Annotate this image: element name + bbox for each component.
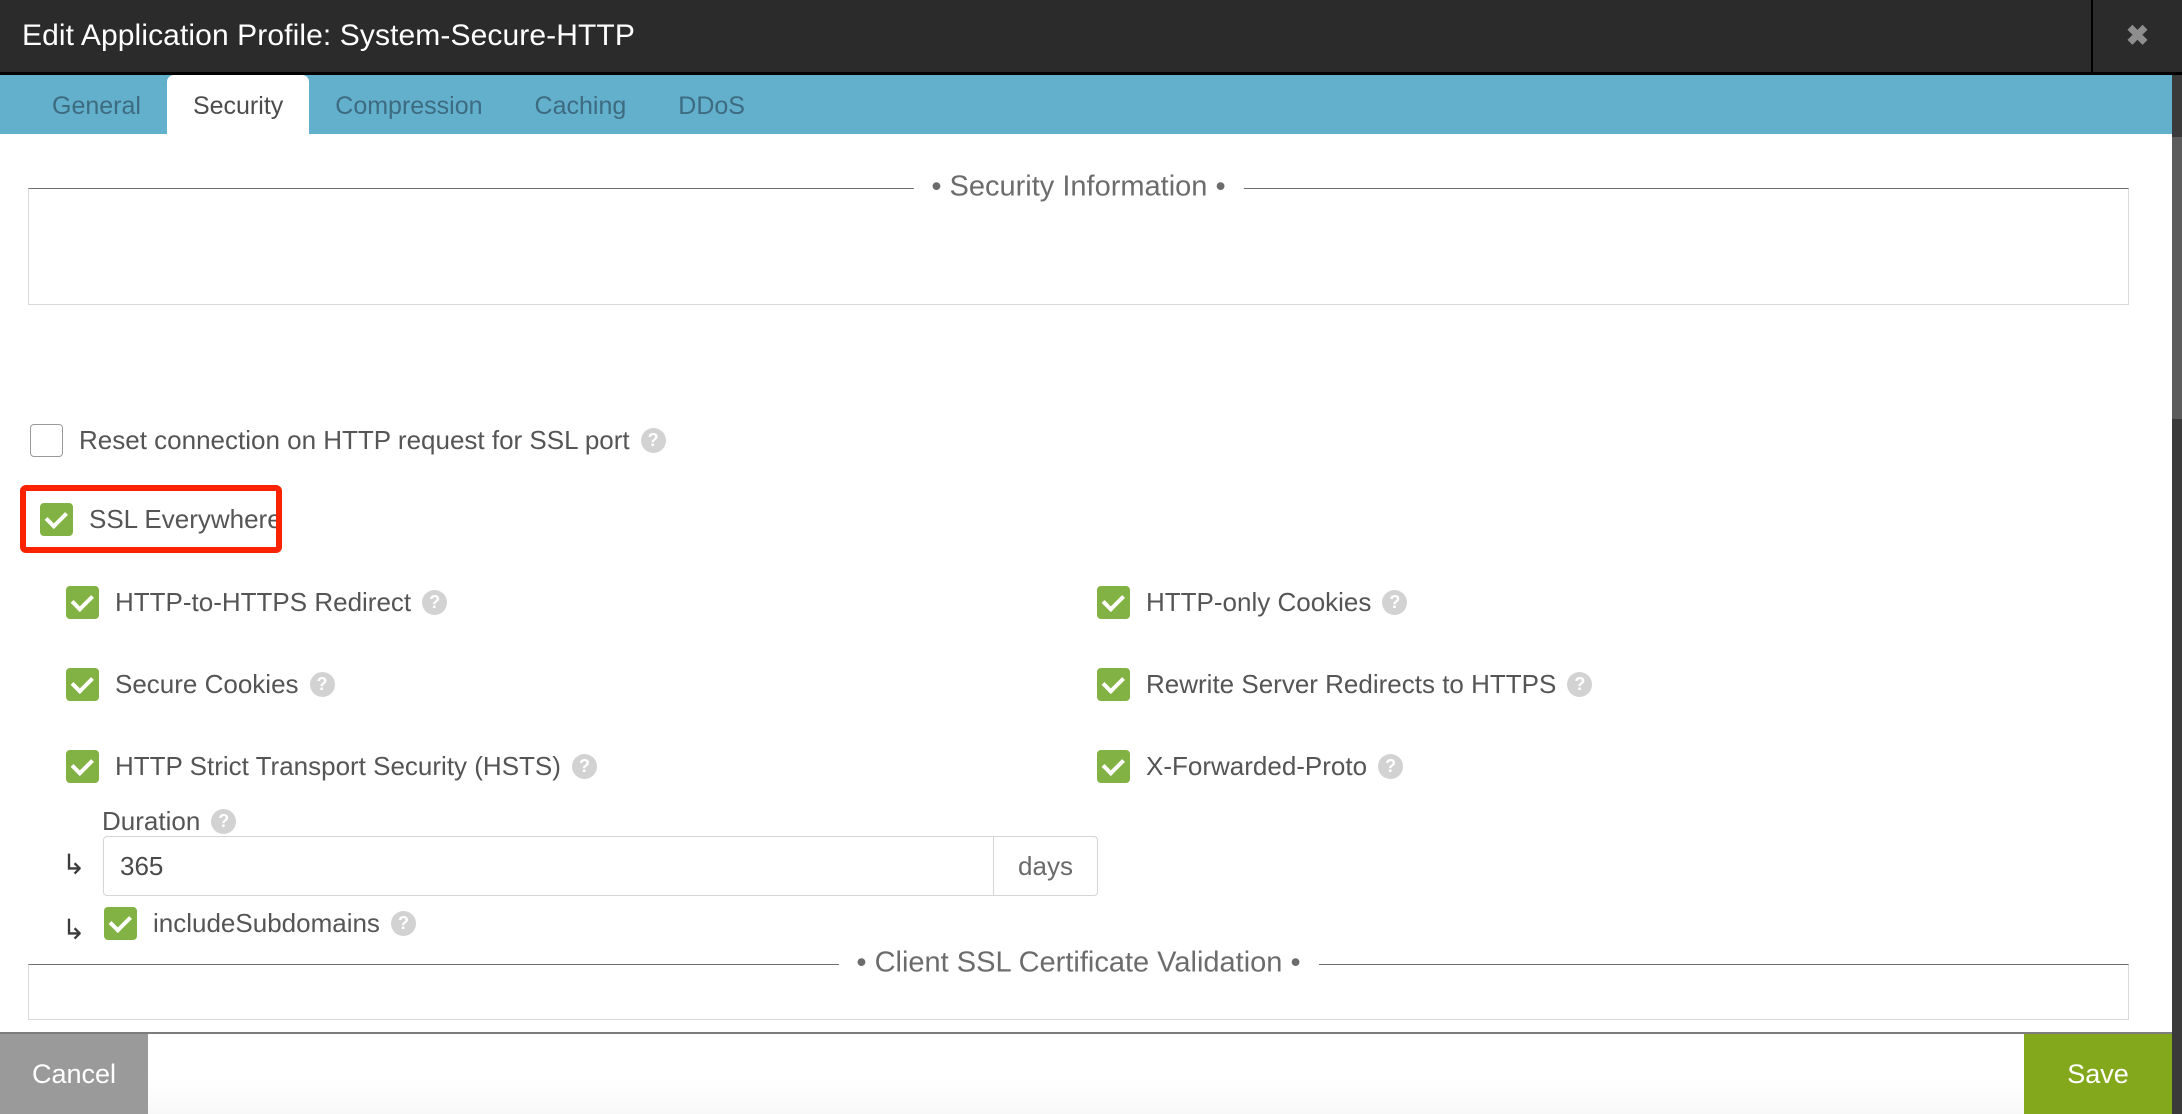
x-forwarded-proto-row[interactable]: X-Forwarded-Proto ? bbox=[1097, 750, 1404, 783]
reset-connection-checkbox[interactable] bbox=[30, 424, 63, 457]
help-icon[interactable]: ? bbox=[640, 428, 666, 453]
page-title: Edit Application Profile: System-Secure-… bbox=[22, 19, 635, 52]
x-forwarded-proto-checkbox[interactable] bbox=[1097, 750, 1130, 783]
http-to-https-redirect-checkbox[interactable] bbox=[66, 586, 99, 619]
close-button[interactable]: ✖ bbox=[2091, 0, 2182, 72]
duration-indent-arrow-icon: ↳ bbox=[62, 849, 86, 880]
dialog-footer: Cancel Save bbox=[0, 1032, 2172, 1114]
close-icon: ✖ bbox=[2125, 20, 2150, 51]
help-icon[interactable]: ? bbox=[571, 754, 597, 779]
help-icon[interactable]: ? bbox=[422, 590, 448, 615]
tab-ddos[interactable]: DDoS bbox=[652, 78, 771, 134]
include-subdomains-indent-arrow-icon: ↳ bbox=[62, 914, 86, 945]
rewrite-server-redirects-label: Rewrite Server Redirects to HTTPS bbox=[1146, 669, 1557, 699]
rewrite-server-redirects-checkbox[interactable] bbox=[1097, 668, 1130, 701]
http-to-https-redirect-label: HTTP-to-HTTPS Redirect bbox=[115, 587, 412, 617]
security-information-section: • Security Information • bbox=[28, 170, 2129, 305]
scrollbar-thumb[interactable] bbox=[2172, 137, 2182, 419]
x-forwarded-proto-label: X-Forwarded-Proto bbox=[1146, 751, 1368, 781]
duration-label-group: Duration ? bbox=[102, 806, 237, 837]
tab-security[interactable]: Security bbox=[166, 75, 310, 137]
include-subdomains-row[interactable]: includeSubdomains ? bbox=[104, 907, 416, 940]
http-only-cookies-row[interactable]: HTTP-only Cookies ? bbox=[1097, 586, 1408, 619]
help-icon[interactable]: ? bbox=[390, 911, 416, 936]
help-icon[interactable]: ? bbox=[1382, 590, 1408, 615]
rewrite-server-redirects-row[interactable]: Rewrite Server Redirects to HTTPS ? bbox=[1097, 668, 1593, 701]
ssl-everywhere-label: SSL Everywhere bbox=[89, 504, 282, 534]
security-tab-panel: • Security Information • Reset connectio… bbox=[0, 134, 2172, 1031]
help-icon[interactable]: ? bbox=[309, 672, 335, 697]
http-only-cookies-checkbox[interactable] bbox=[1097, 586, 1130, 619]
tab-bar: General Security Compression Caching DDo… bbox=[0, 72, 2182, 137]
tab-caching[interactable]: Caching bbox=[509, 78, 653, 134]
duration-input[interactable] bbox=[103, 836, 993, 896]
secure-cookies-row[interactable]: Secure Cookies ? bbox=[66, 668, 335, 701]
help-icon[interactable]: ? bbox=[211, 809, 237, 834]
ssl-everywhere-checkbox[interactable] bbox=[40, 503, 73, 536]
security-information-legend: • Security Information • bbox=[913, 170, 1244, 204]
tab-compression[interactable]: Compression bbox=[309, 78, 508, 134]
help-icon[interactable]: ? bbox=[1567, 672, 1593, 697]
cancel-button[interactable]: Cancel bbox=[0, 1034, 148, 1114]
duration-unit-label: days bbox=[993, 836, 1098, 896]
vertical-scrollbar[interactable] bbox=[2172, 75, 2182, 1114]
hsts-row[interactable]: HTTP Strict Transport Security (HSTS) ? bbox=[66, 750, 597, 783]
secure-cookies-checkbox[interactable] bbox=[66, 668, 99, 701]
edit-application-profile-dialog: Edit Application Profile: System-Secure-… bbox=[0, 0, 2182, 1114]
duration-label: Duration bbox=[102, 806, 201, 836]
client-ssl-certificate-validation-section: • Client SSL Certificate Validation • bbox=[28, 946, 2129, 1020]
http-to-https-redirect-row[interactable]: HTTP-to-HTTPS Redirect ? bbox=[66, 586, 448, 619]
client-ssl-certificate-validation-legend: • Client SSL Certificate Validation • bbox=[838, 946, 1319, 980]
hsts-label: HTTP Strict Transport Security (HSTS) bbox=[115, 751, 561, 781]
include-subdomains-checkbox[interactable] bbox=[104, 907, 137, 940]
ssl-everywhere-row[interactable]: SSL Everywhere bbox=[40, 503, 282, 536]
secure-cookies-label: Secure Cookies bbox=[115, 669, 299, 699]
reset-connection-label: Reset connection on HTTP request for SSL… bbox=[79, 425, 630, 455]
include-subdomains-label: includeSubdomains bbox=[153, 908, 380, 938]
help-icon[interactable]: ? bbox=[1378, 754, 1404, 779]
dialog-titlebar: Edit Application Profile: System-Secure-… bbox=[0, 0, 2182, 72]
hsts-checkbox[interactable] bbox=[66, 750, 99, 783]
reset-connection-row[interactable]: Reset connection on HTTP request for SSL… bbox=[30, 424, 666, 457]
http-only-cookies-label: HTTP-only Cookies bbox=[1146, 587, 1372, 617]
tab-general[interactable]: General bbox=[26, 78, 167, 134]
save-button[interactable]: Save bbox=[2024, 1034, 2172, 1114]
duration-input-group: days bbox=[103, 836, 1098, 896]
